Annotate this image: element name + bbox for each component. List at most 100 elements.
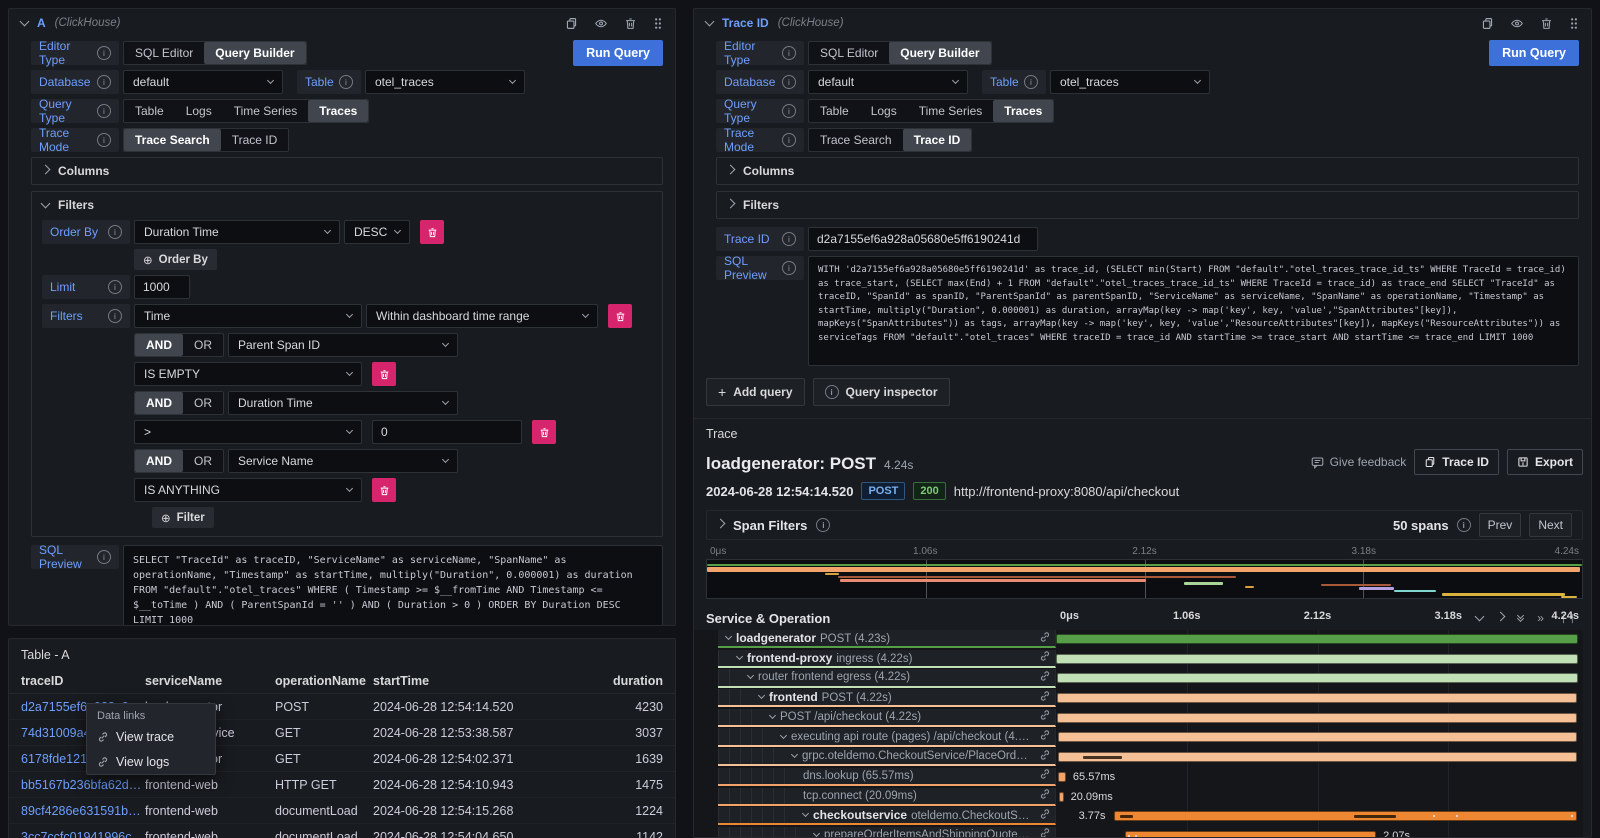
info-icon[interactable]: i [108, 225, 122, 239]
info-icon[interactable]: i [782, 261, 796, 275]
drag-handle-icon[interactable] [653, 17, 663, 30]
span-link-icon[interactable] [1039, 808, 1055, 823]
hide-query-icon[interactable] [1510, 17, 1524, 30]
span-name-cell[interactable]: tcp.connect (20.09ms) [718, 788, 1056, 806]
span-row[interactable]: frontendPOST (4.22s) [706, 689, 1583, 709]
query-inspector-button[interactable]: iQuery inspector [813, 378, 950, 406]
span-bar[interactable] [1058, 752, 1577, 762]
span-bar[interactable] [1057, 673, 1578, 683]
trace-id-link[interactable]: bb5167b236bfa62d1... [21, 778, 145, 792]
span-name-cell[interactable]: prepareOrderItemsAndShippingQuoteFromCar… [718, 827, 1056, 838]
info-icon[interactable]: i [782, 133, 796, 147]
database-select[interactable]: default [123, 70, 283, 94]
next-button[interactable]: Next [1529, 513, 1572, 537]
info-icon[interactable]: i [108, 280, 122, 294]
option-traces[interactable]: Traces [308, 100, 368, 122]
span-link-icon[interactable] [1039, 690, 1055, 705]
filter-operator-select[interactable]: Within dashboard time range [366, 304, 598, 328]
span-bar[interactable] [1057, 713, 1577, 723]
span-name-cell[interactable]: dns.lookup (65.57ms) [718, 768, 1056, 786]
info-icon[interactable]: i [816, 518, 830, 532]
span-link-icon[interactable] [1039, 650, 1055, 665]
chevron-down-icon[interactable] [758, 692, 765, 699]
option-sql-editor[interactable]: SQL Editor [809, 42, 889, 64]
database-select[interactable]: default [808, 70, 968, 94]
col-header-operationname[interactable]: operationName [275, 674, 373, 688]
chevron-down-icon[interactable] [791, 751, 798, 758]
option-trace-id[interactable]: Trace ID [903, 129, 972, 151]
add-filter-button[interactable]: ⊕Filter [152, 507, 214, 528]
remove-order-by-button[interactable] [420, 220, 444, 244]
option-trace-id[interactable]: Trace ID [221, 129, 289, 151]
option-or[interactable]: OR [183, 334, 223, 356]
span-row[interactable]: POST /api/checkout (4.22s) [706, 709, 1583, 729]
span-link-icon[interactable] [1039, 729, 1055, 744]
condition-field-select[interactable]: Parent Span ID [228, 333, 458, 357]
hide-query-icon[interactable] [594, 17, 608, 30]
info-icon[interactable]: i [97, 550, 111, 564]
span-filters-label[interactable]: Span Filters [733, 518, 807, 533]
duplicate-query-icon[interactable] [565, 17, 578, 30]
span-link-icon[interactable] [1039, 749, 1055, 764]
remove-condition-button[interactable] [372, 478, 396, 502]
info-icon[interactable]: i [97, 46, 111, 60]
option-table[interactable]: Table [124, 100, 175, 122]
trace-minimap[interactable] [706, 559, 1583, 599]
option-logs[interactable]: Logs [860, 100, 908, 122]
run-query-button[interactable]: Run Query [1489, 40, 1579, 66]
span-row[interactable]: tcp.connect (20.09ms)20.09ms [706, 788, 1583, 808]
span-bar[interactable] [1056, 634, 1578, 644]
span-name-cell[interactable]: POST /api/checkout (4.22s) [718, 709, 1056, 727]
order-by-field-select[interactable]: Duration Time [134, 220, 340, 244]
condition-operator-select[interactable]: > [134, 420, 362, 444]
span-name-cell[interactable]: frontendPOST (4.22s) [718, 689, 1056, 707]
chevron-down-icon[interactable] [736, 653, 743, 660]
span-bar[interactable] [1059, 792, 1063, 802]
option-and[interactable]: AND [135, 392, 183, 414]
chevron-down-icon[interactable] [725, 633, 732, 640]
condition-field-select[interactable]: Duration Time [228, 391, 458, 415]
collapse-panel-icon[interactable] [20, 17, 30, 27]
info-icon[interactable]: i [782, 46, 796, 60]
option-time-series[interactable]: Time Series [908, 100, 994, 122]
chevron-right-icon[interactable] [716, 519, 726, 529]
table-select[interactable]: otel_traces [365, 70, 525, 94]
span-link-icon[interactable] [1039, 788, 1055, 803]
prev-button[interactable]: Prev [1479, 513, 1522, 537]
option-and[interactable]: AND [135, 334, 183, 356]
collapse-panel-icon[interactable] [705, 17, 715, 27]
span-row[interactable]: executing api route (pages) /api/checkou… [706, 728, 1583, 748]
span-name-cell[interactable]: checkoutserviceoteldemo.CheckoutService/… [718, 807, 1056, 825]
col-header-starttime[interactable]: startTime [373, 674, 565, 688]
info-icon[interactable]: i [1024, 75, 1038, 89]
option-query-builder[interactable]: Query Builder [204, 42, 305, 64]
col-header-traceid[interactable]: traceID [21, 674, 145, 688]
drag-handle-icon[interactable] [1569, 17, 1579, 30]
chevron-down-icon[interactable] [769, 712, 776, 719]
option-trace-search[interactable]: Trace Search [124, 129, 221, 151]
option-traces[interactable]: Traces [993, 100, 1053, 122]
option-sql-editor[interactable]: SQL Editor [124, 42, 204, 64]
option-time-series[interactable]: Time Series [223, 100, 309, 122]
span-link-icon[interactable] [1039, 670, 1055, 685]
filters-section-header[interactable]: Filters [42, 192, 652, 218]
option-and[interactable]: AND [135, 450, 183, 472]
span-name-cell[interactable]: executing api route (pages) /api/checkou… [718, 728, 1056, 746]
span-bar[interactable] [1058, 732, 1577, 742]
span-bar[interactable] [1125, 831, 1376, 838]
option-or[interactable]: OR [183, 392, 223, 414]
trace-id-button[interactable]: Trace ID [1414, 449, 1499, 475]
span-bar[interactable] [1056, 654, 1578, 664]
condition-operator-select[interactable]: IS EMPTY [134, 362, 362, 386]
option-trace-search[interactable]: Trace Search [809, 129, 903, 151]
condition-operator-select[interactable]: IS ANYTHING [134, 478, 362, 502]
delete-query-icon[interactable] [1540, 17, 1553, 30]
add-query-button[interactable]: +Add query [706, 378, 805, 406]
give-feedback-link[interactable]: Give feedback [1311, 455, 1407, 469]
remove-condition-button[interactable] [532, 420, 556, 444]
run-query-button[interactable]: Run Query [573, 40, 663, 66]
filter-field-select[interactable]: Time [134, 304, 362, 328]
view-trace-link[interactable]: View trace [87, 724, 215, 749]
span-row[interactable]: dns.lookup (65.57ms)65.57ms [706, 768, 1583, 788]
info-icon[interactable]: i [97, 104, 111, 118]
